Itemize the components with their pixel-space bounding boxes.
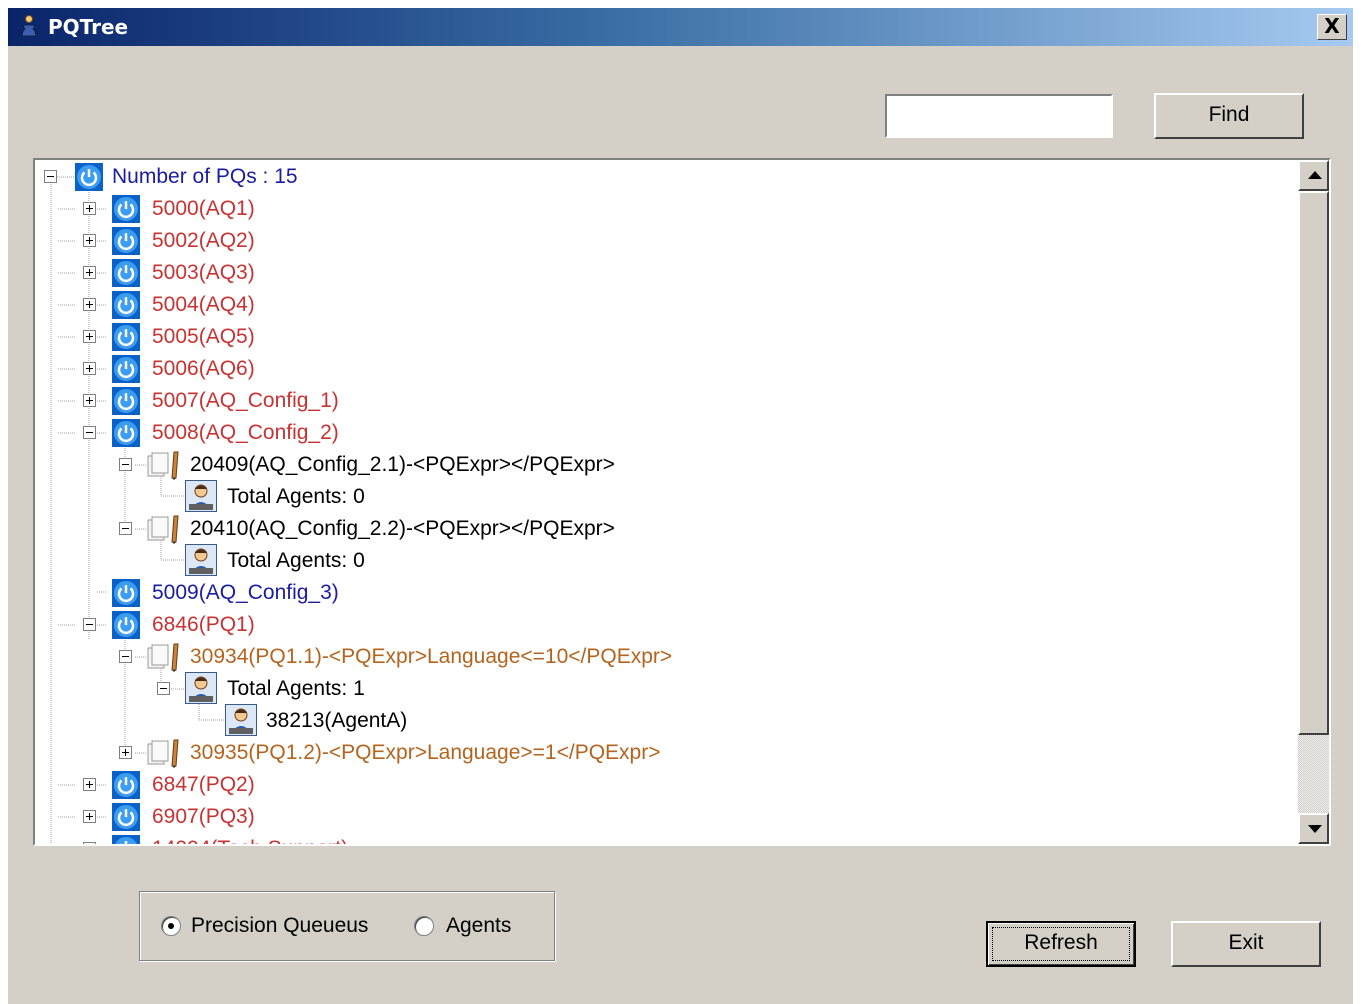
power-icon (112, 579, 140, 607)
collapse-toggle-root[interactable] (44, 170, 57, 183)
expand-toggle[interactable] (83, 234, 96, 247)
title-bar[interactable]: PQTree X (8, 8, 1353, 46)
power-icon (75, 163, 103, 191)
queue-config-icon (147, 643, 179, 672)
expand-toggle[interactable] (119, 746, 132, 759)
tree-item[interactable]: Total Agents: 1 (227, 674, 365, 704)
expand-toggle[interactable] (83, 266, 96, 279)
power-icon (112, 771, 140, 799)
queue-config-icon (147, 739, 179, 768)
power-icon (112, 259, 140, 287)
tree-item[interactable]: 6847(PQ2) (152, 770, 255, 800)
tree-item[interactable]: 5007(AQ_Config_1) (152, 386, 339, 416)
radio-agents-label[interactable]: Agents (446, 913, 511, 939)
agent-icon (185, 480, 217, 512)
tree-item[interactable]: 5000(AQ1) (152, 194, 255, 224)
close-icon: X (1324, 14, 1340, 38)
collapse-toggle[interactable] (157, 682, 170, 695)
window-title: PQTree (48, 15, 129, 39)
tree-item[interactable]: 5002(AQ2) (152, 226, 255, 256)
tree-item[interactable]: 5009(AQ_Config_3) (152, 578, 339, 608)
expand-toggle[interactable] (83, 362, 96, 375)
tree-item[interactable]: 5004(AQ4) (152, 290, 255, 320)
find-button-label: Find (1208, 103, 1250, 126)
refresh-button[interactable]: Refresh (986, 921, 1136, 967)
tree-item[interactable]: 38213(AgentA) (266, 706, 407, 736)
tree-item[interactable]: 20409(AQ_Config_2.1)-<PQExpr></PQExpr> (190, 450, 615, 480)
pqtree-window: PQTree X Find Number of PQs: 15 5000(AQ… (8, 8, 1353, 1004)
collapse-toggle[interactable] (83, 426, 96, 439)
radio-agents[interactable] (414, 916, 434, 936)
power-icon (112, 355, 140, 383)
view-mode-group: Precision Queueus Agents (139, 891, 555, 961)
power-icon (112, 387, 140, 415)
tree-item[interactable]: 5005(AQ5) (152, 322, 255, 352)
expand-toggle[interactable] (83, 202, 96, 215)
tree-item[interactable]: 30935(PQ1.2)-<PQExpr>Language>=1</PQExpr… (190, 738, 660, 768)
tree-item[interactable]: 20410(AQ_Config_2.2)-<PQExpr></PQExpr> (190, 514, 615, 544)
queue-config-icon (147, 451, 179, 480)
tree-item[interactable]: 6907(PQ3) (152, 802, 255, 832)
tree-item[interactable]: Total Agents: 0 (227, 546, 365, 576)
tree-item[interactable]: 5003(AQ3) (152, 258, 255, 288)
power-icon (112, 291, 140, 319)
pq-tree-view[interactable]: Number of PQs : 15 5000(AQ1) 5002(AQ2) 5… (33, 158, 1331, 846)
focus-rectangle (992, 927, 1130, 961)
app-icon (19, 15, 39, 37)
power-icon (112, 323, 140, 351)
tree-item[interactable]: 5006(AQ6) (152, 354, 255, 384)
tree-item[interactable]: 14204(Tech Support) (152, 834, 348, 844)
expand-toggle[interactable] (83, 394, 96, 407)
power-icon (112, 835, 140, 844)
agent-icon (185, 544, 217, 576)
scroll-thumb[interactable] (1298, 191, 1329, 735)
expand-toggle[interactable] (83, 778, 96, 791)
power-icon (112, 195, 140, 223)
power-icon (112, 419, 140, 447)
expand-toggle[interactable] (83, 330, 96, 343)
power-icon (112, 227, 140, 255)
scroll-up-button[interactable] (1298, 160, 1329, 191)
collapse-toggle[interactable] (119, 458, 132, 471)
collapse-toggle[interactable] (119, 522, 132, 535)
tree-item[interactable]: 6846(PQ1) (152, 610, 255, 640)
collapse-toggle[interactable] (119, 650, 132, 663)
radio-precision-queues-label[interactable]: Precision Queueus (191, 913, 368, 939)
arrow-up-icon (1308, 171, 1322, 179)
tree-item[interactable]: 30934(PQ1.1)-<PQExpr>Language<=10</PQExp… (190, 642, 672, 672)
tree-root-label[interactable]: Number of PQs : 15 (112, 162, 298, 192)
arrow-down-icon (1308, 825, 1322, 833)
radio-precision-queues[interactable] (161, 916, 181, 936)
power-icon (112, 611, 140, 639)
collapse-toggle[interactable] (83, 618, 96, 631)
find-button[interactable]: Find (1154, 93, 1304, 139)
close-button[interactable]: X (1317, 14, 1347, 40)
queue-config-icon (147, 515, 179, 544)
expand-toggle[interactable] (83, 842, 96, 844)
expand-toggle[interactable] (83, 810, 96, 823)
exit-button-label: Exit (1228, 931, 1264, 954)
expand-toggle[interactable] (83, 298, 96, 311)
search-input[interactable] (885, 94, 1113, 138)
power-icon (112, 803, 140, 831)
exit-button[interactable]: Exit (1171, 921, 1321, 967)
tree-item[interactable]: 5008(AQ_Config_2) (152, 418, 339, 448)
tree-item[interactable]: Total Agents: 0 (227, 482, 365, 512)
agent-icon (225, 704, 257, 736)
agent-icon (185, 672, 217, 704)
tree-scrollbar[interactable] (1298, 160, 1329, 844)
scroll-down-button[interactable] (1298, 813, 1329, 844)
